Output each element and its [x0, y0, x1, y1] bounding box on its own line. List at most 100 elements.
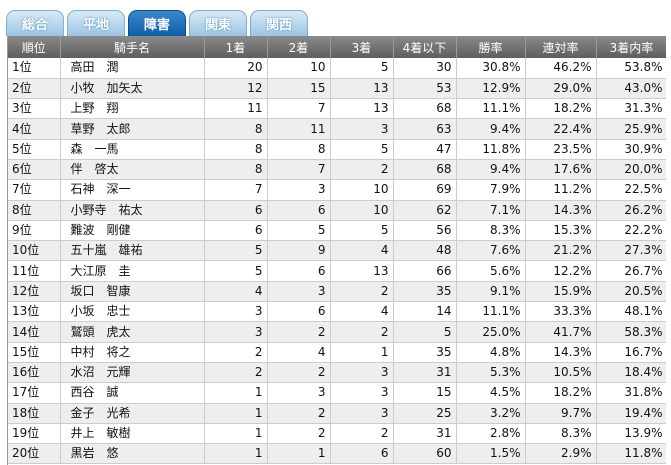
cell-fourth-or-lower: 53	[393, 78, 457, 100]
cell-jockey-name[interactable]: 伴 啓太	[60, 159, 205, 181]
cell-first: 1	[204, 443, 268, 465]
cell-first: 6	[204, 200, 268, 221]
cell-place-rate: 14.3%	[525, 342, 597, 363]
cell-first: 11	[204, 98, 268, 120]
cell-place-rate: 14.3%	[525, 200, 597, 221]
cell-jockey-name[interactable]: 井上 敏樹	[60, 423, 205, 445]
header-second: 2着	[267, 36, 331, 58]
cell-jockey-name[interactable]: 草野 太郎	[60, 118, 205, 140]
cell-place-rate: 18.2%	[525, 382, 597, 404]
cell-fourth-or-lower: 5	[393, 321, 457, 343]
cell-show-rate: 31.3%	[596, 98, 666, 120]
cell-second: 6	[267, 200, 331, 221]
cell-win-rate: 25.0%	[456, 321, 526, 343]
table-row: 10位 五十嵐 雄祐 5 9 4 48 7.6% 21.2% 27.3%	[8, 240, 666, 262]
tab-kansai[interactable]: 関西	[250, 10, 308, 36]
cell-jockey-name[interactable]: 五十嵐 雄祐	[60, 240, 205, 262]
cell-win-rate: 9.4%	[456, 118, 526, 140]
cell-fourth-or-lower: 60	[393, 443, 457, 465]
cell-second: 2	[267, 321, 331, 343]
cell-win-rate: 9.1%	[456, 281, 526, 303]
cell-fourth-or-lower: 47	[393, 139, 457, 160]
cell-first: 8	[204, 118, 268, 140]
cell-jockey-name[interactable]: 森 一馬	[60, 139, 205, 160]
cell-jockey-name[interactable]: 小牧 加矢太	[60, 78, 205, 100]
tab-shogai[interactable]: 障害	[128, 10, 186, 36]
cell-jockey-name[interactable]: 小坂 忠士	[60, 301, 205, 323]
cell-jockey-name[interactable]: 鷲頭 虎太	[60, 321, 205, 343]
cell-second: 9	[267, 240, 331, 262]
cell-first: 8	[204, 139, 268, 160]
cell-third: 10	[330, 179, 394, 201]
cell-first: 6	[204, 220, 268, 242]
table-row: 15位 中村 将之 2 4 1 35 4.8% 14.3% 16.7%	[8, 342, 666, 363]
cell-second: 4	[267, 342, 331, 363]
table-row: 11位 大江原 圭 5 6 13 66 5.6% 12.2% 26.7%	[8, 260, 666, 282]
cell-second: 3	[267, 179, 331, 201]
cell-second: 10	[267, 58, 331, 79]
cell-jockey-name[interactable]: 小野寺 祐太	[60, 200, 205, 221]
cell-third: 2	[330, 159, 394, 181]
header-show-rate: 3着内率	[596, 36, 666, 58]
tab-bar: 総合 平地 障害 関東 関西	[6, 10, 308, 36]
tab-sogo[interactable]: 総合	[6, 10, 64, 36]
cell-second: 7	[267, 159, 331, 181]
cell-win-rate: 4.5%	[456, 382, 526, 404]
cell-jockey-name[interactable]: 水沼 元輝	[60, 362, 205, 384]
header-first: 1着	[204, 36, 268, 58]
header-third: 3着	[330, 36, 394, 58]
cell-place-rate: 21.2%	[525, 240, 597, 262]
cell-rank: 19位	[8, 423, 61, 445]
cell-win-rate: 5.3%	[456, 362, 526, 384]
cell-second: 5	[267, 220, 331, 242]
table-row: 2位 小牧 加矢太 12 15 13 53 12.9% 29.0% 43.0%	[8, 78, 666, 100]
cell-rank: 18位	[8, 403, 61, 424]
cell-jockey-name[interactable]: 大江原 圭	[60, 260, 205, 282]
cell-third: 2	[330, 321, 394, 343]
cell-second: 15	[267, 78, 331, 100]
cell-jockey-name[interactable]: 難波 剛健	[60, 220, 205, 242]
table-row: 14位 鷲頭 虎太 3 2 2 5 25.0% 41.7% 58.3%	[8, 321, 666, 343]
cell-jockey-name[interactable]: 西谷 誠	[60, 382, 205, 404]
cell-first: 7	[204, 179, 268, 201]
cell-third: 3	[330, 362, 394, 384]
cell-rank: 3位	[8, 98, 61, 120]
header-place-rate: 連対率	[525, 36, 597, 58]
table-row: 6位伴 啓太 8 7 2 68 9.4% 17.6% 20.0%	[8, 159, 666, 181]
cell-place-rate: 17.6%	[525, 159, 597, 181]
cell-win-rate: 11.8%	[456, 139, 526, 160]
cell-third: 2	[330, 281, 394, 303]
tab-kanto[interactable]: 関東	[189, 10, 247, 36]
cell-win-rate: 8.3%	[456, 220, 526, 242]
cell-place-rate: 11.2%	[525, 179, 597, 201]
cell-third: 13	[330, 78, 394, 100]
cell-fourth-or-lower: 31	[393, 362, 457, 384]
header-fourth-or-lower: 4着以下	[393, 36, 457, 58]
tab-heichi[interactable]: 平地	[67, 10, 125, 36]
cell-jockey-name[interactable]: 坂口 智康	[60, 281, 205, 303]
table-row: 18位 金子 光希 1 2 3 25 3.2% 9.7% 19.4%	[8, 403, 666, 424]
table-row: 1位 高田 潤 20 10 5 30 30.8% 46.2% 53.8%	[8, 58, 666, 79]
table-row: 13位 小坂 忠士 3 6 4 14 11.1% 33.3% 48.1%	[8, 301, 666, 323]
cell-jockey-name[interactable]: 上野 翔	[60, 98, 205, 120]
jockey-ranking-table: 順位 騎手名 1着 2着 3着 4着以下 勝率 連対率 3着内率 1位 高田 潤 20 10 5 30 30…	[8, 36, 666, 465]
cell-win-rate: 7.6%	[456, 240, 526, 262]
cell-fourth-or-lower: 30	[393, 58, 457, 79]
cell-third: 10	[330, 200, 394, 221]
cell-place-rate: 8.3%	[525, 423, 597, 445]
cell-first: 5	[204, 240, 268, 262]
cell-jockey-name[interactable]: 中村 将之	[60, 342, 205, 363]
cell-jockey-name[interactable]: 黒岩 悠	[60, 443, 205, 465]
cell-jockey-name[interactable]: 金子 光希	[60, 403, 205, 424]
cell-fourth-or-lower: 35	[393, 342, 457, 363]
cell-fourth-or-lower: 35	[393, 281, 457, 303]
cell-place-rate: 33.3%	[525, 301, 597, 323]
cell-jockey-name[interactable]: 高田 潤	[60, 58, 205, 79]
cell-jockey-name[interactable]: 石神 深一	[60, 179, 205, 201]
cell-place-rate: 23.5%	[525, 139, 597, 160]
cell-show-rate: 53.8%	[596, 58, 666, 79]
cell-second: 2	[267, 403, 331, 424]
cell-fourth-or-lower: 14	[393, 301, 457, 323]
cell-rank: 20位	[8, 443, 61, 465]
table-header-row: 順位 騎手名 1着 2着 3着 4着以下 勝率 連対率 3着内率	[8, 36, 666, 58]
